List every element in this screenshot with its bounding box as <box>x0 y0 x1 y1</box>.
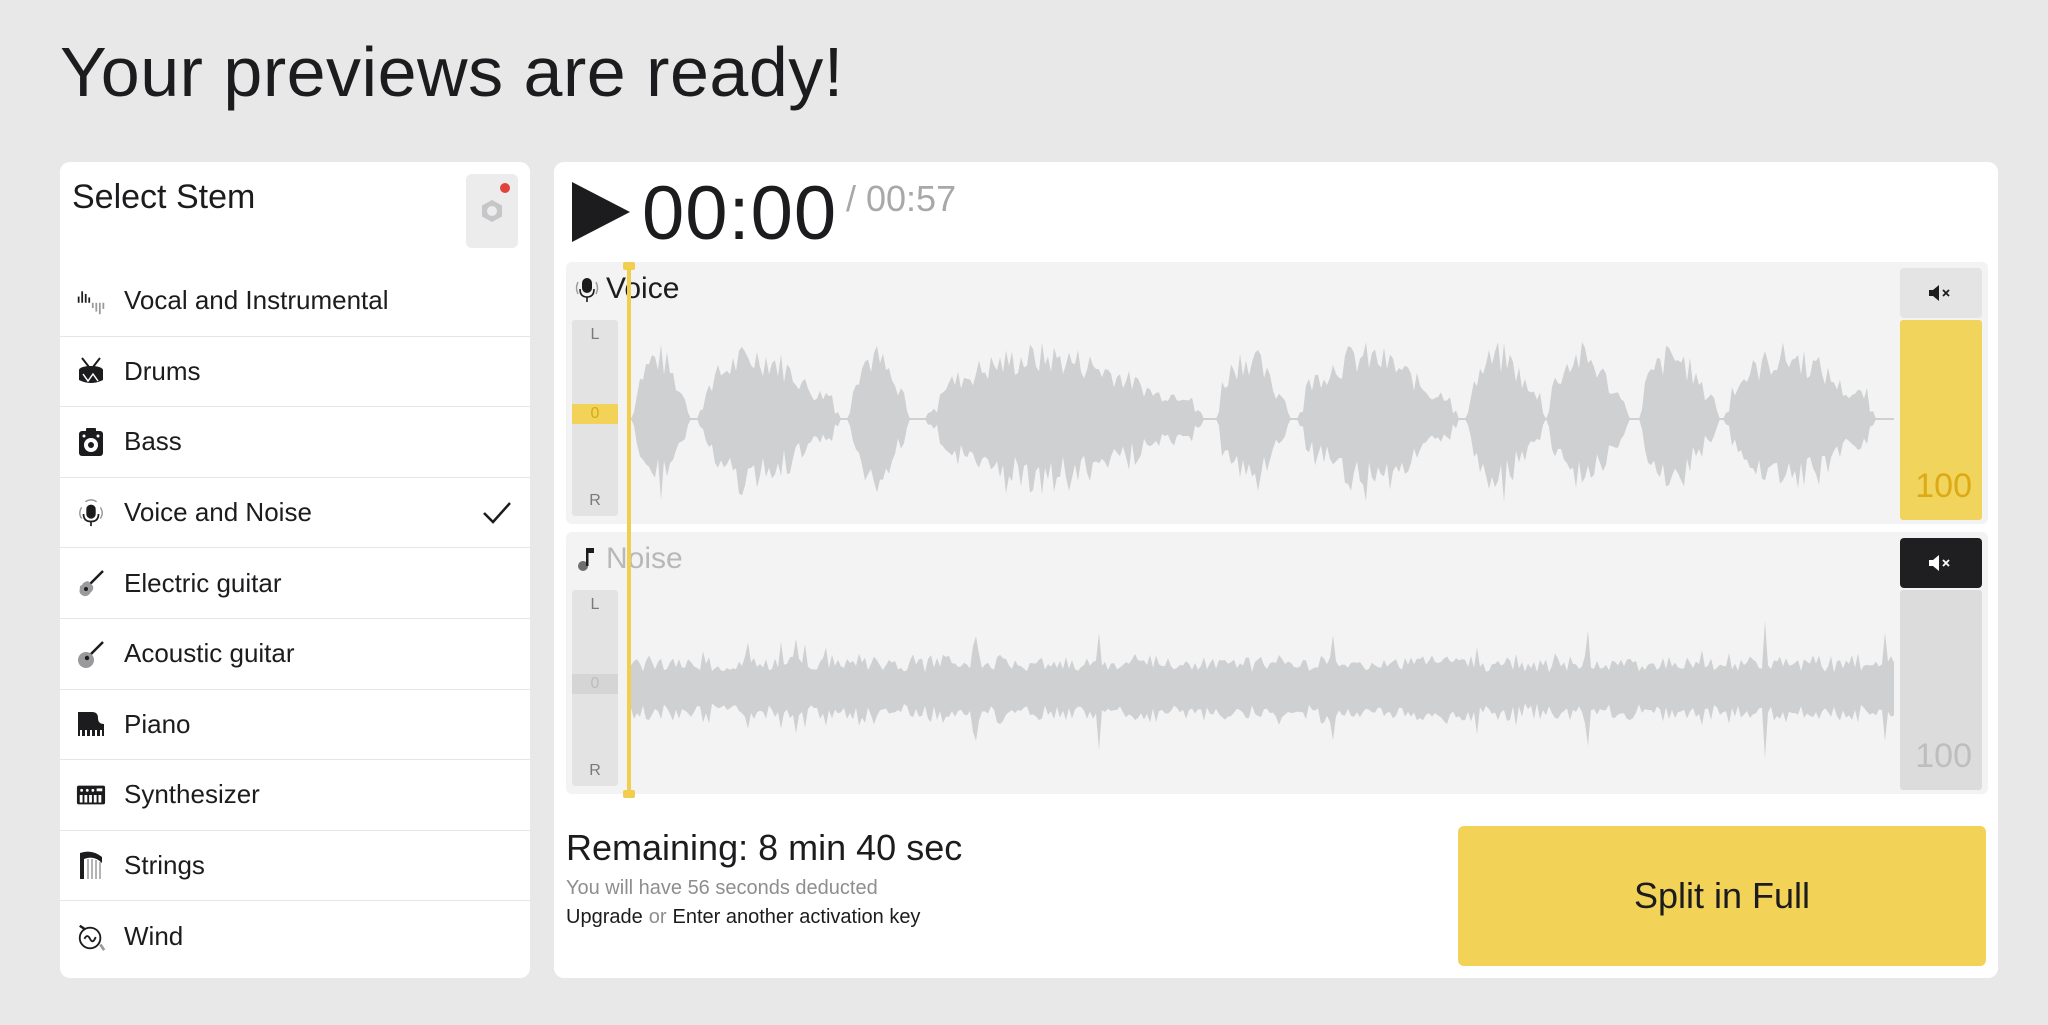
stem-panel: Select Stem Vocal and Instrumental Drums… <box>60 162 530 978</box>
stem-item-electric-guitar[interactable]: Electric guitar <box>60 548 530 619</box>
hexagon-settings-icon <box>482 200 502 222</box>
pan-center-marker: 0 <box>572 404 618 424</box>
microphone-icon <box>574 274 600 304</box>
pan-slider[interactable]: L 0 R <box>572 590 618 786</box>
stem-label: Acoustic guitar <box>124 638 295 669</box>
french-horn-icon <box>76 922 106 952</box>
piano-icon <box>76 709 106 739</box>
total-time-value: 00:57 <box>866 178 957 219</box>
pan-left-label: L <box>590 596 600 613</box>
volume-value: 100 <box>1915 467 1972 505</box>
track-noise: Noise L 0 R 100 <box>566 532 1988 794</box>
or-text: or <box>648 906 667 928</box>
time-separator: / <box>846 178 857 219</box>
track-name: Noise <box>606 542 683 575</box>
track-name: Voice <box>606 272 680 305</box>
stem-item-strings[interactable]: Strings <box>60 831 530 902</box>
acoustic-guitar-icon <box>76 639 106 669</box>
playhead-top-handle[interactable] <box>623 262 635 270</box>
playhead-line <box>627 264 631 796</box>
deduction-notice: You will have 56 seconds deducted <box>566 877 878 899</box>
waveform-shape <box>628 341 1894 503</box>
upgrade-link[interactable]: Upgrade <box>566 906 643 928</box>
playhead[interactable] <box>623 262 635 798</box>
speaker-mute-icon <box>1929 555 1950 571</box>
voice-waveform[interactable] <box>628 324 1894 514</box>
stem-label: Strings <box>124 850 205 881</box>
stem-label: Synthesizer <box>124 779 260 810</box>
stem-label: Bass <box>124 426 182 457</box>
electric-guitar-icon <box>76 568 106 598</box>
noise-waveform[interactable] <box>628 594 1894 784</box>
stem-label: Vocal and Instrumental <box>124 285 389 316</box>
volume-slider[interactable]: 100 <box>1900 320 1982 520</box>
stem-item-wind[interactable]: Wind <box>60 901 530 972</box>
synthesizer-icon <box>76 780 106 810</box>
playhead-bottom-handle[interactable] <box>623 790 635 798</box>
remaining-value: 8 min 40 sec <box>758 827 963 868</box>
upgrade-line: Upgrade or Enter another activation key <box>566 906 920 929</box>
mute-button[interactable] <box>1900 538 1982 588</box>
microphone-noise-icon <box>76 498 106 528</box>
stem-label: Voice and Noise <box>124 497 312 528</box>
music-note-icon <box>574 544 600 574</box>
mute-button[interactable] <box>1900 268 1982 318</box>
stem-label: Drums <box>124 355 201 386</box>
stem-item-acoustic-guitar[interactable]: Acoustic guitar <box>60 619 530 690</box>
track-voice: Voice L 0 R 100 <box>566 262 1988 524</box>
waveform-split-icon <box>76 286 106 316</box>
total-time: /00:57 <box>846 178 956 220</box>
volume-slider[interactable]: 100 <box>1900 590 1982 790</box>
stem-item-synthesizer[interactable]: Synthesizer <box>60 760 530 831</box>
stem-item-vocal-instrumental[interactable]: Vocal and Instrumental <box>60 266 530 337</box>
pan-slider[interactable]: L 0 R <box>572 320 618 516</box>
remaining-time: Remaining: 8 min 40 sec <box>566 827 962 869</box>
stem-item-drums[interactable]: Drums <box>60 337 530 408</box>
remaining-label: Remaining: <box>566 827 749 868</box>
stem-list: Vocal and Instrumental Drums Bass Voice … <box>60 266 530 972</box>
pan-center-marker: 0 <box>572 674 618 694</box>
checkmark-icon <box>483 501 511 524</box>
play-icon[interactable] <box>570 180 632 244</box>
stem-item-bass[interactable]: Bass <box>60 407 530 478</box>
pan-right-label: R <box>589 492 601 509</box>
stem-header: Select Stem <box>60 162 530 266</box>
stem-label: Piano <box>124 708 191 739</box>
stem-item-piano[interactable]: Piano <box>60 690 530 761</box>
stem-panel-title: Select Stem <box>72 178 256 216</box>
speaker-mute-icon <box>1929 285 1950 301</box>
volume-value: 100 <box>1915 737 1972 775</box>
stem-label: Wind <box>124 921 184 952</box>
current-time: 00:00 <box>642 171 838 256</box>
player-panel: 00:00 /00:57 Voice L 0 R 100 Noise L 0 R… <box>554 162 1998 978</box>
activation-key-link[interactable]: Enter another activation key <box>673 906 921 928</box>
bass-amp-icon <box>76 427 106 457</box>
drum-icon <box>76 356 106 386</box>
harp-icon <box>76 851 106 881</box>
split-in-full-button[interactable]: Split in Full <box>1458 826 1986 966</box>
pan-right-label: R <box>589 762 601 779</box>
pan-left-label: L <box>590 326 600 343</box>
stem-label: Electric guitar <box>124 567 282 598</box>
page-title: Your previews are ready! <box>60 33 844 111</box>
settings-button[interactable] <box>466 174 518 248</box>
notification-dot <box>500 183 510 193</box>
stem-item-voice-noise[interactable]: Voice and Noise <box>60 478 530 549</box>
